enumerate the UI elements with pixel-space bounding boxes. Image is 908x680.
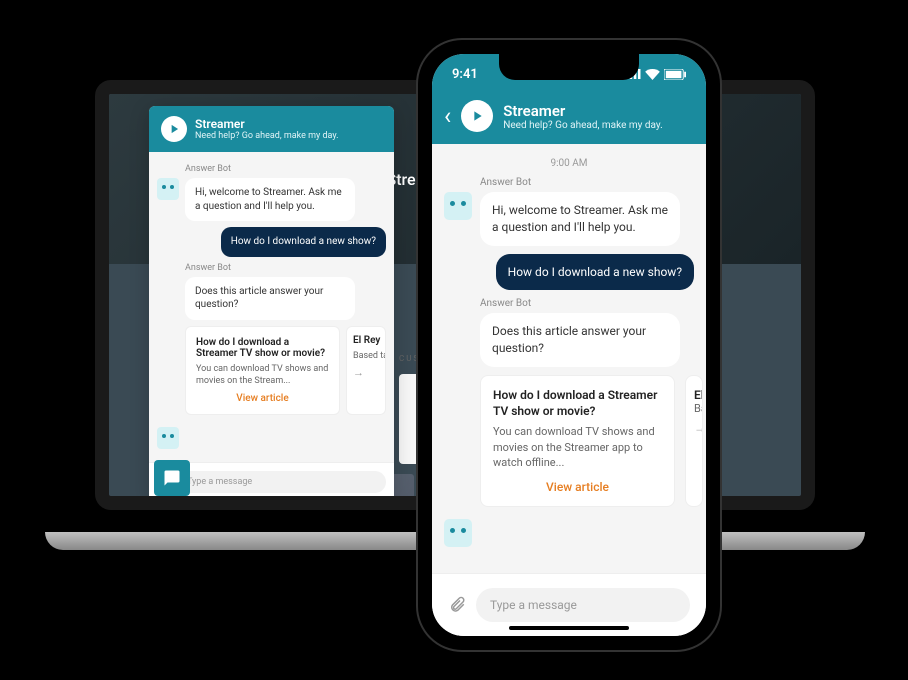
- chat-title: Streamer: [503, 102, 663, 120]
- bot-message: Hi, welcome to Streamer. Ask me a questi…: [480, 192, 680, 246]
- article-title: How do I download a Streamer TV show or …: [493, 388, 662, 419]
- bot-avatar-icon: [444, 519, 472, 547]
- phone-chat-header: ‹ Streamer Need help? Go ahead, make my …: [432, 94, 706, 144]
- status-time: 9:41: [452, 67, 478, 82]
- message-input[interactable]: Type a message: [476, 588, 690, 622]
- view-article-link[interactable]: View article: [196, 393, 329, 404]
- bot-label: Answer Bot: [185, 164, 386, 174]
- article-snippet: You can download TV shows and movies on …: [196, 363, 329, 387]
- phone-notch: [499, 54, 639, 80]
- chat-subtitle: Need help? Go ahead, make my day.: [195, 131, 339, 141]
- article-card[interactable]: How do I download a Streamer TV show or …: [185, 326, 340, 415]
- user-message: How do I download a new show?: [221, 227, 386, 257]
- chat-icon: [163, 469, 181, 487]
- bot-avatar-icon: [157, 427, 179, 449]
- chat-body: Answer Bot Hi, welcome to Streamer. Ask …: [149, 152, 394, 462]
- article-title: How do I download a Streamer TV show or …: [196, 337, 329, 359]
- home-indicator[interactable]: [509, 626, 629, 630]
- bot-followup: Does this article answer your question?: [185, 277, 355, 320]
- attachment-icon[interactable]: [448, 596, 466, 614]
- phone-device: 9:41 ‹ Streamer Need help? Go ahead, mak…: [418, 40, 720, 650]
- chat-fab[interactable]: [154, 460, 190, 496]
- article-card-secondary[interactable]: El Rey Base taoue →: [685, 375, 703, 507]
- article-card-secondary[interactable]: El Rey Based taoue →: [346, 326, 386, 415]
- article-snippet: You can download TV shows and movies on …: [493, 424, 662, 470]
- bot-label: Answer Bot: [185, 263, 386, 273]
- chat-title: Streamer: [195, 117, 339, 131]
- bot-avatar-icon: [444, 192, 472, 220]
- bot-avatar-icon: [157, 178, 179, 200]
- chat-header: Streamer Need help? Go ahead, make my da…: [149, 106, 394, 152]
- article-snippet: Based taoue: [353, 350, 379, 362]
- brand-avatar: [461, 100, 493, 132]
- timestamp: 9:00 AM: [444, 158, 694, 169]
- article-card[interactable]: How do I download a Streamer TV show or …: [480, 375, 675, 507]
- article-title: El Rey: [353, 335, 379, 346]
- wifi-icon: [645, 69, 660, 80]
- view-article-link[interactable]: View article: [493, 480, 662, 494]
- bot-label: Answer Bot: [480, 298, 694, 309]
- user-message: How do I download a new show?: [496, 254, 694, 291]
- phone-chat-body: 9:00 AM Answer Bot Hi, welcome to Stream…: [432, 144, 706, 573]
- brand-avatar: [161, 116, 187, 142]
- bot-label: Answer Bot: [480, 177, 694, 188]
- bot-followup: Does this article answer your question?: [480, 313, 680, 367]
- back-button[interactable]: ‹: [444, 104, 451, 128]
- message-input[interactable]: Type a message: [177, 471, 386, 493]
- chat-subtitle: Need help? Go ahead, make my day.: [503, 120, 663, 131]
- chat-widget: Streamer Need help? Go ahead, make my da…: [149, 106, 394, 501]
- bot-message: Hi, welcome to Streamer. Ask me a questi…: [185, 178, 355, 221]
- battery-icon: [664, 69, 686, 80]
- phone-screen: 9:41 ‹ Streamer Need help? Go ahead, mak…: [432, 54, 706, 636]
